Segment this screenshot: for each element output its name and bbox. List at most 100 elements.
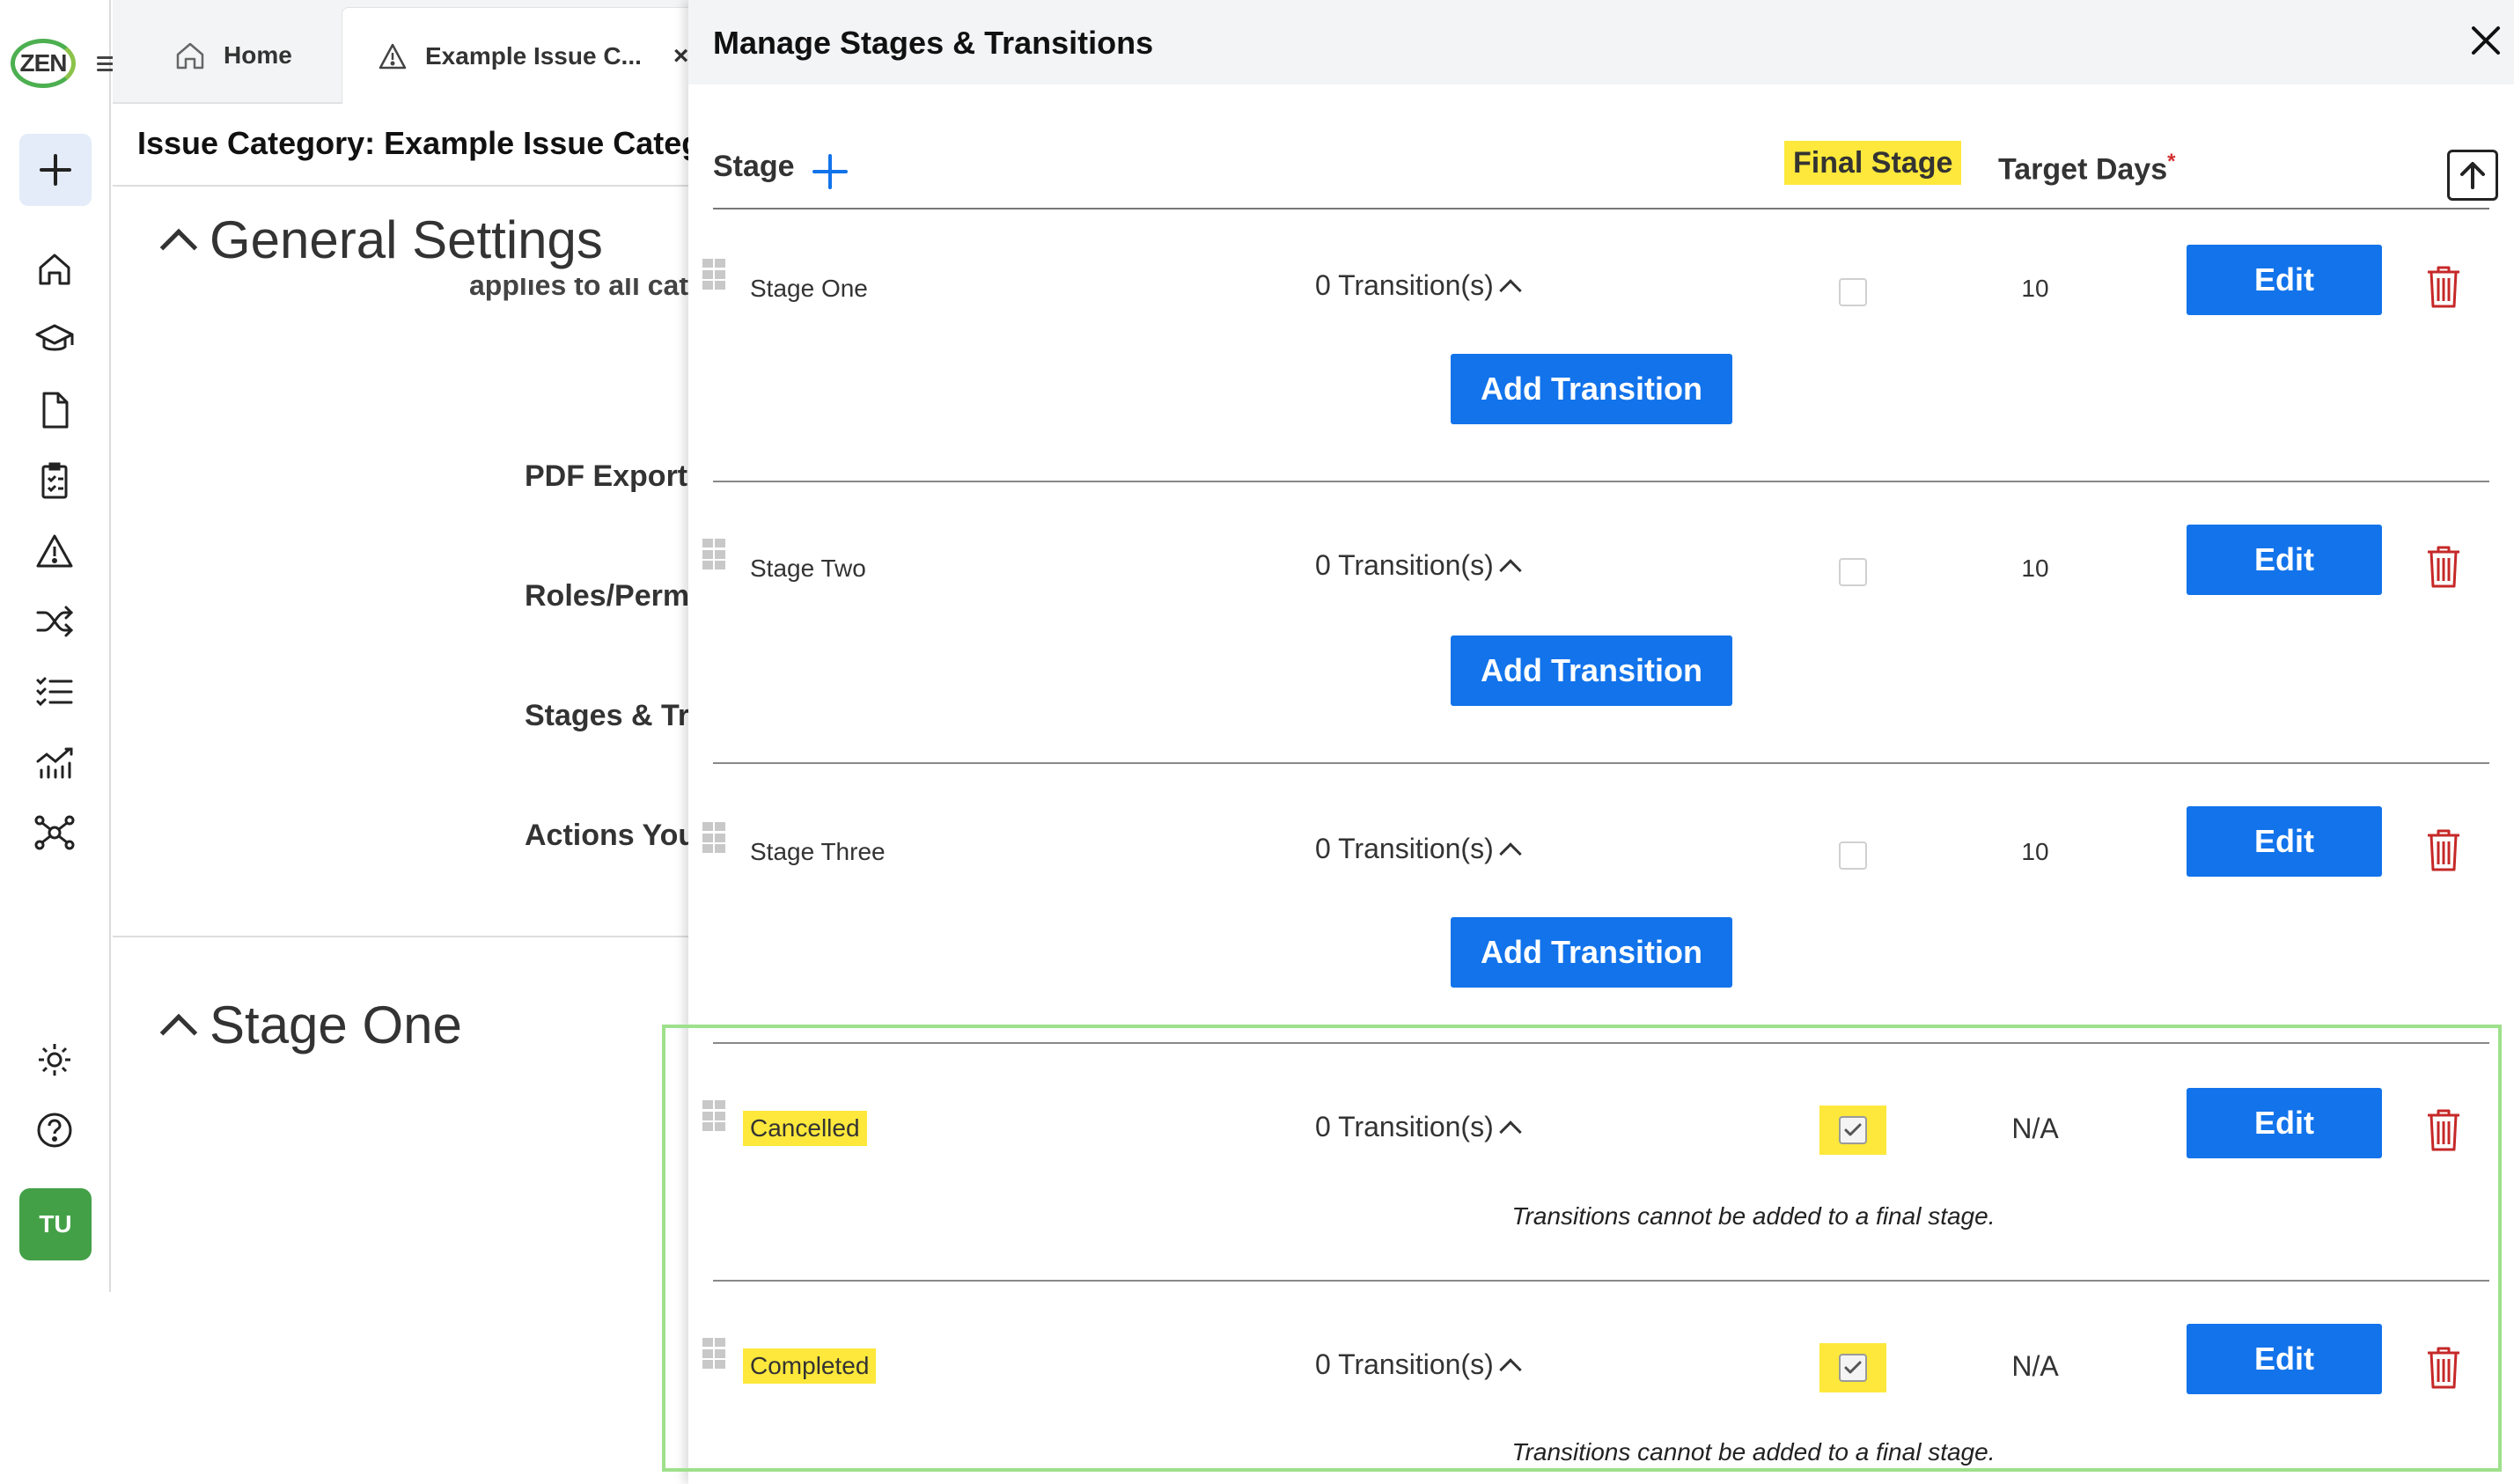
arrow-up-icon <box>2460 162 2485 189</box>
chevron-up-icon <box>159 228 198 266</box>
stage-row: Stage One 0 Transition(s) 10 Edit Add Tr… <box>688 209 2514 482</box>
tab-example-issue[interactable]: Example Issue C... × <box>342 7 694 104</box>
divider <box>113 936 694 937</box>
actions-link[interactable]: Actions You <box>525 819 694 853</box>
drag-handle-icon[interactable] <box>702 1338 725 1370</box>
final-stage-checkbox[interactable] <box>1839 558 1867 586</box>
target-days-value: N/A <box>2011 1350 2059 1382</box>
nav-training-icon[interactable] <box>33 319 76 361</box>
target-days-value: 10 <box>2021 555 2049 582</box>
delete-trash-icon[interactable] <box>2424 264 2463 310</box>
target-days-value: 10 <box>2021 838 2049 865</box>
pdf-export-link[interactable]: PDF Export ( <box>525 459 694 494</box>
chevron-up-icon <box>1499 1357 1522 1381</box>
plus-icon <box>40 154 71 186</box>
stage-column-header: Stage <box>713 150 795 183</box>
transitions-toggle[interactable]: 0 Transition(s) <box>1315 1111 1522 1143</box>
nav-issues-warning-icon[interactable] <box>33 530 76 572</box>
target-days-column-header: Target Days* <box>1998 150 2176 187</box>
final-stage-cell <box>1819 1106 1886 1155</box>
target-days-value: 10 <box>2021 275 2049 302</box>
edit-stage-button[interactable]: Edit <box>2187 525 2382 595</box>
nav-network-icon[interactable] <box>33 812 76 854</box>
final-stage-cell <box>1819 1343 1886 1392</box>
general-settings-header[interactable]: General Settings <box>148 209 603 270</box>
drag-handle-icon[interactable] <box>702 822 725 854</box>
nav-checklist-icon[interactable] <box>33 459 76 502</box>
final-stage-checkbox[interactable] <box>1839 1354 1867 1382</box>
chevron-up-icon <box>1499 558 1522 582</box>
nav-home-icon[interactable] <box>33 248 76 290</box>
left-nav-rail: ZEN TU <box>0 0 118 1292</box>
stage-name: Stage One <box>750 275 868 302</box>
edit-stage-button[interactable]: Edit <box>2187 806 2382 877</box>
final-stage-checkbox[interactable] <box>1839 278 1867 306</box>
stage-row: Stage Three 0 Transition(s) 10 Edit Add … <box>688 764 2514 1044</box>
export-upload-button[interactable] <box>2447 150 2498 201</box>
add-stage-plus-icon[interactable] <box>812 153 849 190</box>
transitions-toggle[interactable]: 0 Transition(s) <box>1315 269 1522 302</box>
zen-logo[interactable]: ZEN <box>11 39 76 88</box>
chevron-up-icon <box>1499 278 1522 302</box>
chevron-up-icon <box>1499 841 1522 865</box>
stage-name: Stage Three <box>750 838 886 865</box>
delete-trash-icon[interactable] <box>2424 544 2463 590</box>
tab-home-label: Home <box>224 41 292 69</box>
edit-stage-button[interactable]: Edit <box>2187 245 2382 315</box>
stage-name: Stage Two <box>750 555 866 582</box>
tab-bar: Home Example Issue C... × <box>113 0 694 104</box>
target-days-value: N/A <box>2011 1113 2059 1144</box>
roles-permissions-link[interactable]: Roles/Permi <box>525 579 694 613</box>
stage-name: Completed <box>743 1348 877 1384</box>
edit-stage-button[interactable]: Edit <box>2187 1324 2382 1394</box>
settings-gear-icon[interactable] <box>33 1039 76 1081</box>
transitions-toggle[interactable]: 0 Transition(s) <box>1315 549 1522 582</box>
stage-row-final: Completed 0 Transition(s) N/A Edit Trans… <box>688 1282 2514 1484</box>
nav-shuffle-icon[interactable] <box>33 600 76 643</box>
transitions-toggle[interactable]: 0 Transition(s) <box>1315 833 1522 865</box>
add-transition-button[interactable]: Add Transition <box>1451 354 1732 424</box>
drag-handle-icon[interactable] <box>702 539 725 570</box>
create-new-button[interactable] <box>19 134 92 206</box>
panel-title: Manage Stages & Transitions <box>713 25 1154 61</box>
stage-row-final: Cancelled 0 Transition(s) N/A Edit Trans… <box>688 1044 2514 1282</box>
tab-home[interactable]: Home <box>174 7 292 104</box>
tab-issue-label: Example Issue C... <box>425 41 642 70</box>
stages-transitions-link[interactable]: Stages & Tra <box>525 699 694 733</box>
drag-handle-icon[interactable] <box>702 259 725 290</box>
delete-trash-icon[interactable] <box>2424 827 2463 873</box>
add-transition-button[interactable]: Add Transition <box>1451 635 1732 706</box>
stage-one-section-header[interactable]: Stage One <box>148 995 462 1055</box>
drag-handle-icon[interactable] <box>702 1100 725 1132</box>
final-stage-checkbox[interactable] <box>1839 1116 1867 1144</box>
tab-close-icon[interactable]: × <box>673 41 689 71</box>
page-title: Issue Category: Example Issue Category <box>137 125 694 161</box>
final-stage-note: Transitions cannot be added to a final s… <box>1511 1202 1996 1230</box>
add-transition-button[interactable]: Add Transition <box>1451 917 1732 988</box>
nav-analytics-icon[interactable] <box>33 741 76 783</box>
chevron-up-icon <box>1499 1120 1522 1143</box>
home-icon <box>174 40 206 70</box>
nav-task-list-icon[interactable] <box>33 671 76 713</box>
delete-trash-icon[interactable] <box>2424 1345 2463 1391</box>
divider <box>113 185 694 187</box>
edit-stage-button[interactable]: Edit <box>2187 1088 2382 1158</box>
user-avatar[interactable]: TU <box>19 1188 92 1260</box>
stage-name: Cancelled <box>743 1111 867 1146</box>
final-stage-column-header: Final Stage <box>1784 141 1962 185</box>
final-stage-checkbox[interactable] <box>1839 841 1867 870</box>
nav-document-icon[interactable] <box>33 389 76 431</box>
help-question-icon[interactable] <box>33 1109 76 1151</box>
final-stage-cell <box>1819 831 1886 880</box>
close-icon[interactable] <box>2465 19 2507 62</box>
panel-header: Manage Stages & Transitions <box>688 0 2514 84</box>
chevron-up-icon <box>159 1013 198 1051</box>
manage-stages-panel: Manage Stages & Transitions Stage Final … <box>688 0 2514 1484</box>
final-stage-note: Transitions cannot be added to a final s… <box>1511 1438 1996 1466</box>
stage-row: Stage Two 0 Transition(s) 10 Edit Add Tr… <box>688 482 2514 764</box>
checkmark-icon <box>1844 1123 1862 1136</box>
final-stage-cell <box>1819 547 1886 597</box>
delete-trash-icon[interactable] <box>2424 1107 2463 1153</box>
transitions-toggle[interactable]: 0 Transition(s) <box>1315 1348 1522 1381</box>
applies-description: applies to all cat <box>469 278 688 301</box>
